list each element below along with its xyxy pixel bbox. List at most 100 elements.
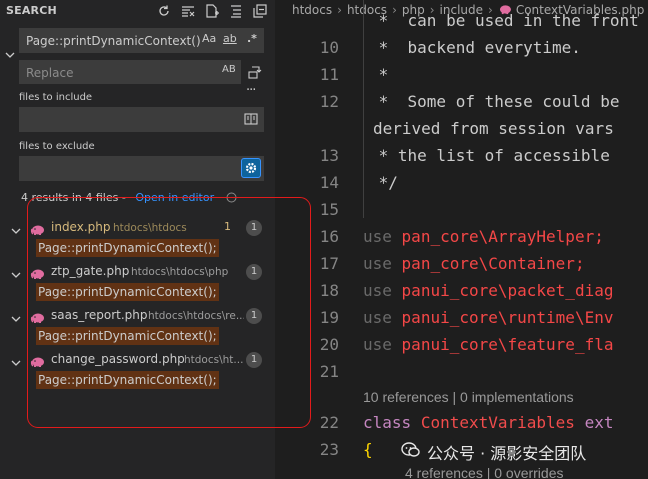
result-file-path: htdocs\htdocs\re... xyxy=(148,310,244,322)
codelens-references[interactable]: 10 references | 0 implementations xyxy=(363,389,574,405)
line-number: 21 xyxy=(319,362,339,381)
code-line: class ContextVariables ext xyxy=(363,413,613,432)
keyword: use xyxy=(363,227,392,246)
match-line[interactable]: Page::printDynamicContext(); xyxy=(36,371,219,389)
line-number: 18 xyxy=(319,281,339,300)
namespace: panui_core\runtime\Env xyxy=(401,308,614,327)
open-in-editor-link[interactable]: Open in editor xyxy=(135,191,214,204)
match-line[interactable]: Page::printDynamicContext(); xyxy=(36,327,219,345)
keyword: class xyxy=(363,413,412,432)
open-editors-only-icon[interactable] xyxy=(244,112,258,129)
search-sidebar: SEARCH Page::printDynamicContext() Aa ab xyxy=(0,0,275,479)
php-file-icon xyxy=(30,353,45,367)
result-file-path: htdocs\htdocs\php xyxy=(131,266,229,278)
preserve-case-toggle[interactable]: AB xyxy=(222,64,236,75)
keyword: ext xyxy=(584,413,614,432)
files-to-exclude-input[interactable] xyxy=(19,156,264,181)
result-file-name: saas_report.php xyxy=(51,308,148,322)
use-regex-toggle[interactable]: .* xyxy=(247,32,257,45)
wechat-icon xyxy=(401,441,421,463)
match-count-badge: 1 xyxy=(246,220,262,236)
code-editor[interactable]: htdocs › htdocs › php › include › ContextVariabl… xyxy=(275,0,648,479)
match-count-badge: 1 xyxy=(246,264,262,280)
line-number: 15 xyxy=(319,200,339,219)
code-line: * can be used in the front xyxy=(369,11,639,30)
watermark: 公众号 · 源影安全团队 xyxy=(401,440,586,464)
files-to-include-input[interactable] xyxy=(19,107,264,132)
code-line: * Some of these could be xyxy=(369,92,620,111)
toggle-replace-chevron-icon[interactable] xyxy=(4,46,16,58)
codelens-references[interactable]: 4 references | 0 overrides xyxy=(405,465,564,479)
line-number: 22 xyxy=(319,413,339,432)
clear-results-icon[interactable] xyxy=(179,2,197,20)
new-search-editor-icon[interactable] xyxy=(203,2,221,20)
result-file-name: change_password.php xyxy=(51,352,185,366)
code-line: * xyxy=(369,65,389,84)
view-as-tree-icon[interactable] xyxy=(227,2,245,20)
line-number: 16 xyxy=(319,227,339,246)
replace-placeholder: Replace xyxy=(26,66,74,80)
code-line: use panui_core\feature_fla xyxy=(363,335,613,354)
result-file[interactable]: saas_report.php htdocs\htdocs\re... 1 xyxy=(0,305,275,327)
line-number: 12 xyxy=(319,92,339,111)
keyword: use xyxy=(363,281,392,300)
result-file-path: htdocs\htdocs xyxy=(113,222,187,234)
match-line[interactable]: Page::printDynamicContext(); xyxy=(36,283,219,301)
results-count-text: 4 results in 4 files - xyxy=(21,191,130,204)
result-file[interactable]: index.php htdocs\htdocs 1 1 xyxy=(0,217,275,239)
code-line: use pan_core\ArrayHelper; xyxy=(363,227,604,246)
code-line: use pan_core\Container; xyxy=(363,254,585,273)
line-number: 14 xyxy=(319,173,339,192)
keyword: use xyxy=(363,308,392,327)
namespace: panui_core\packet_diag xyxy=(401,281,614,300)
match-case-toggle[interactable]: Aa xyxy=(202,32,216,45)
info-icon xyxy=(226,192,237,206)
php-file-icon xyxy=(30,265,45,279)
sidebar-header: SEARCH xyxy=(0,0,275,22)
sidebar-title: SEARCH xyxy=(6,4,57,17)
result-file-path: htdocs\ht... xyxy=(184,354,244,366)
replace-all-icon[interactable] xyxy=(247,64,263,84)
match-whole-word-toggle[interactable]: ab xyxy=(223,32,237,45)
line-number: 11 xyxy=(319,65,339,84)
line-number: 19 xyxy=(319,308,339,327)
match-count-badge: 1 xyxy=(246,352,262,368)
search-input-value: Page::printDynamicContext() xyxy=(26,34,201,48)
toggle-search-details-icon[interactable]: ··· xyxy=(246,83,256,98)
replace-input[interactable]: Replace AB xyxy=(19,60,241,84)
chevron-right-icon: › xyxy=(337,3,342,17)
files-to-exclude-label: files to exclude xyxy=(19,141,95,152)
result-file[interactable]: change_password.php htdocs\ht... 1 xyxy=(0,349,275,371)
result-file-name: ztp_gate.php xyxy=(51,264,130,278)
refresh-icon[interactable] xyxy=(155,2,173,20)
chevron-down-icon[interactable] xyxy=(10,266,22,278)
chevron-down-icon[interactable] xyxy=(10,222,22,234)
namespace: pan_core\ArrayHelper; xyxy=(401,227,604,246)
namespace: panui_core\feature_fla xyxy=(401,335,614,354)
php-file-icon xyxy=(30,221,45,235)
keyword: use xyxy=(363,335,392,354)
search-input[interactable]: Page::printDynamicContext() Aa ab .* xyxy=(19,28,264,53)
watermark-text: 公众号 · 源影安全团队 xyxy=(427,444,587,463)
keyword: use xyxy=(363,254,392,273)
line-number: 13 xyxy=(319,146,339,165)
code-line: */ xyxy=(369,173,398,192)
code-line: * backend everytime. xyxy=(369,38,581,57)
result-file[interactable]: ztp_gate.php htdocs\htdocs\php 1 xyxy=(0,261,275,283)
match-count-badge: 1 xyxy=(246,308,262,324)
results-summary: 4 results in 4 files - Open in editor xyxy=(21,191,237,206)
line-number: 10 xyxy=(319,38,339,57)
breadcrumb-item[interactable]: htdocs xyxy=(292,3,332,17)
result-file-name: index.php xyxy=(51,220,111,234)
collapse-all-icon[interactable] xyxy=(251,2,269,20)
chevron-down-icon[interactable] xyxy=(10,354,22,366)
chevron-down-icon[interactable] xyxy=(10,310,22,322)
code-line: use panui_core\packet_diag xyxy=(363,281,613,300)
use-exclude-settings-icon[interactable] xyxy=(241,158,261,178)
php-file-icon xyxy=(30,309,45,323)
files-to-include-label: files to include xyxy=(19,92,93,103)
match-line[interactable]: Page::printDynamicContext(); xyxy=(36,239,219,257)
modified-indicator: 1 xyxy=(224,220,231,233)
namespace: pan_core\Container; xyxy=(401,254,585,273)
line-number: 17 xyxy=(319,254,339,273)
